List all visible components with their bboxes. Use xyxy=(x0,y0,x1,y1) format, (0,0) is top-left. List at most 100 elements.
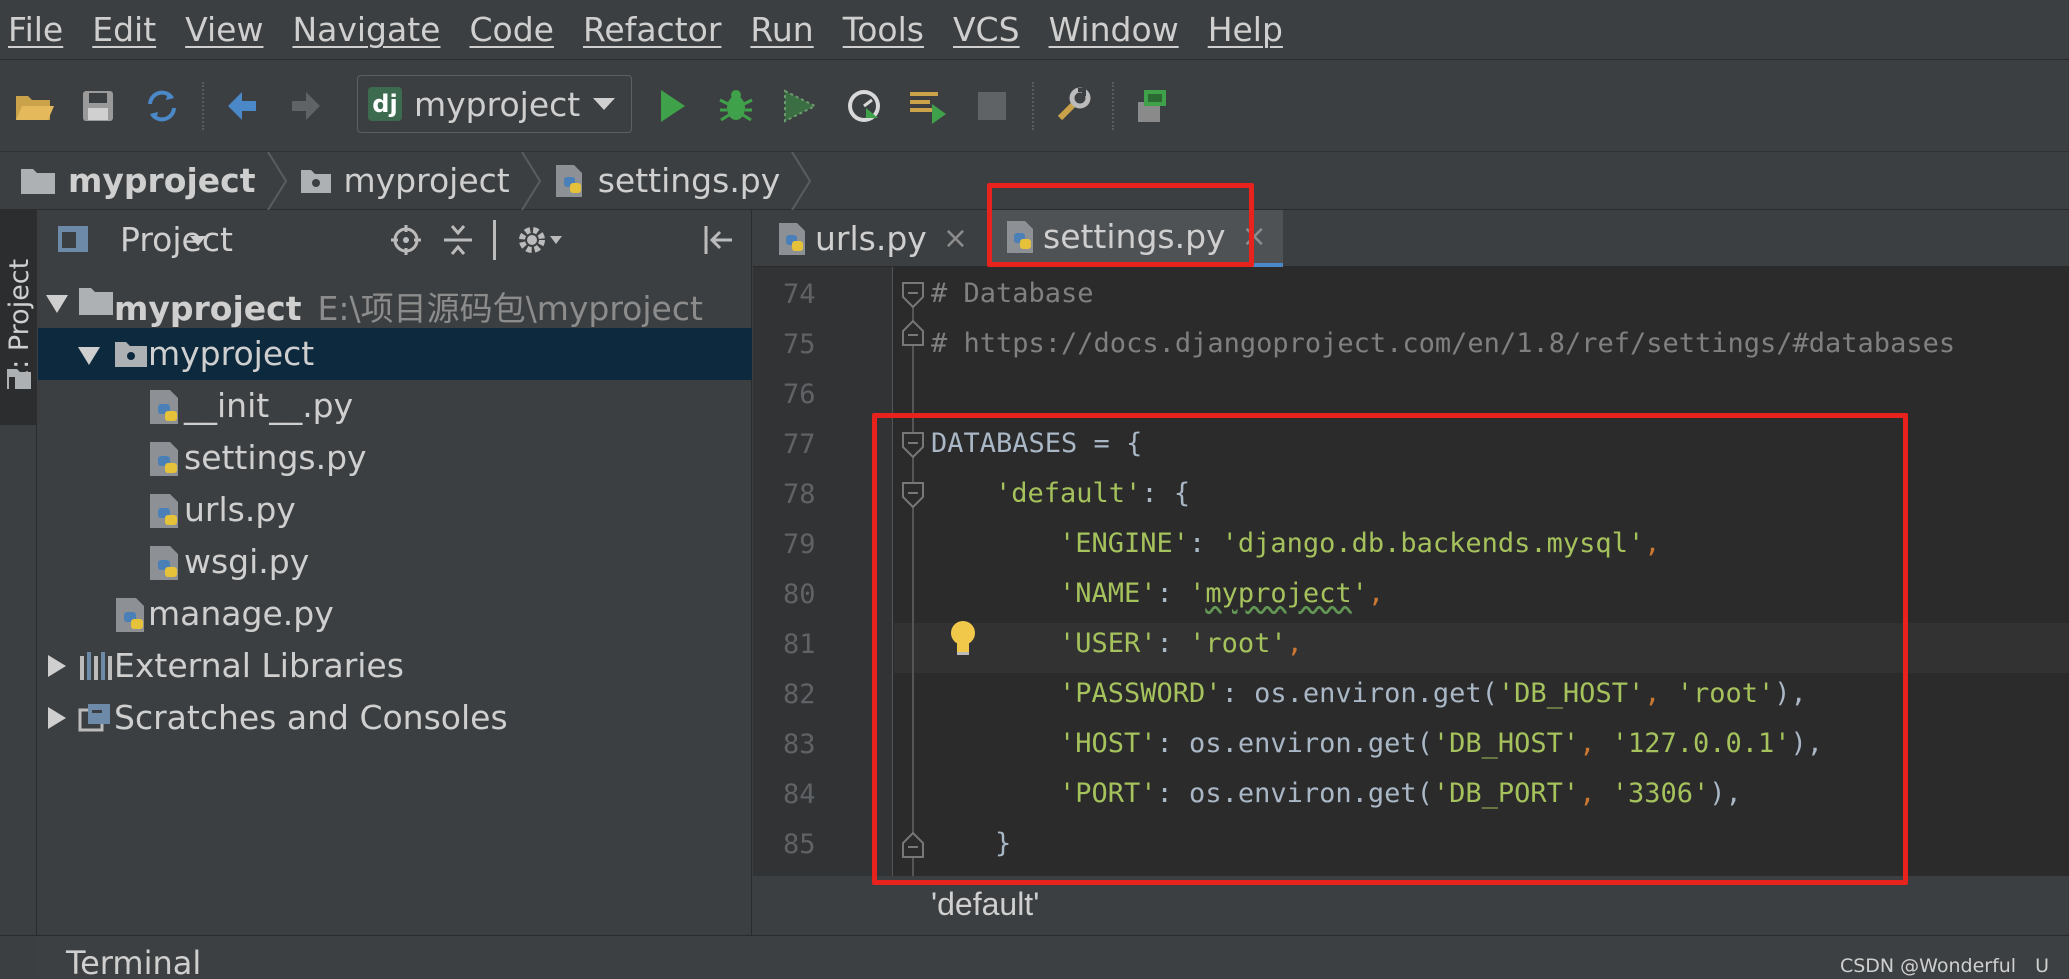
folder-icon xyxy=(79,288,113,315)
settings-wrench-icon[interactable] xyxy=(1048,82,1096,130)
coverage-icon[interactable] xyxy=(776,82,824,130)
debug-icon[interactable] xyxy=(712,82,760,130)
breadcrumb-item-root[interactable]: myproject xyxy=(20,152,256,210)
line-number: 81 xyxy=(783,629,816,660)
menu-edit[interactable]: Edit xyxy=(92,10,156,49)
project-view-selector[interactable]: Project xyxy=(120,220,233,259)
fold-marker-icon[interactable] xyxy=(901,319,925,347)
toolbar-separator xyxy=(1112,82,1114,130)
watermark: CSDN @Wonderful U xyxy=(1839,955,2049,977)
bottom-tool-bar: Terminal CSDN @Wonderful U xyxy=(0,935,2069,979)
run-icon[interactable] xyxy=(648,82,696,130)
line-number: 79 xyxy=(783,529,816,560)
chevron-down-icon[interactable] xyxy=(188,234,208,248)
locate-icon[interactable] xyxy=(390,224,422,256)
line-number: 80 xyxy=(783,579,816,610)
python-file-icon xyxy=(116,598,144,632)
tree-item-file[interactable]: settings.py xyxy=(38,432,752,484)
fold-marker-icon[interactable] xyxy=(901,281,925,309)
concurrency-icon[interactable] xyxy=(904,82,952,130)
menu-help[interactable]: Help xyxy=(1208,10,1283,49)
tree-item-file[interactable]: manage.py xyxy=(38,588,752,640)
breadcrumb-label: myproject xyxy=(343,161,510,200)
terminal-tab[interactable]: Terminal xyxy=(38,936,2069,979)
menu-vcs[interactable]: VCS xyxy=(953,10,1020,49)
package-folder-icon xyxy=(300,169,331,193)
breadcrumb-label: myproject xyxy=(68,161,256,200)
tab-urls-py[interactable]: urls.py × xyxy=(763,210,982,267)
breadcrumb-item-file[interactable]: settings.py xyxy=(554,152,781,210)
project-panel-header: Project xyxy=(38,210,752,270)
python-file-icon xyxy=(150,546,178,580)
chevron-down-icon xyxy=(593,98,615,110)
highlight-box-databases xyxy=(872,413,1908,885)
menu-bar: File Edit View Navigate Code Refactor Ru… xyxy=(0,0,2069,60)
menu-navigate[interactable]: Navigate xyxy=(292,10,440,49)
project-panel: Project myproject E:\项目源码包\myproject mypr… xyxy=(38,210,752,935)
profile-icon[interactable] xyxy=(840,82,888,130)
menu-file[interactable]: File xyxy=(8,10,63,49)
line-number: 77 xyxy=(783,429,816,460)
project-tool-window-label: 1: Project xyxy=(4,258,35,386)
expand-arrow-icon[interactable] xyxy=(46,295,68,313)
django-icon: dj xyxy=(368,87,402,121)
back-icon[interactable] xyxy=(218,82,266,130)
menu-run[interactable]: Run xyxy=(750,10,813,49)
menu-view[interactable]: View xyxy=(185,10,263,49)
expand-arrow-icon[interactable] xyxy=(48,655,66,677)
python-file-icon xyxy=(150,442,178,476)
hide-panel-icon[interactable] xyxy=(702,224,736,256)
breadcrumb-separator-icon xyxy=(266,151,287,210)
expand-arrow-icon[interactable] xyxy=(48,707,66,729)
toolbar-separator xyxy=(202,82,204,130)
close-icon[interactable]: × xyxy=(943,221,968,256)
code-line-75: # https://docs.djangoproject.com/en/1.8/… xyxy=(931,328,1956,359)
save-icon[interactable] xyxy=(74,82,122,130)
tree-item-label: wsgi.py xyxy=(184,542,310,581)
tree-item-file[interactable]: wsgi.py xyxy=(38,536,752,588)
tree-item-scratches[interactable]: Scratches and Consoles xyxy=(38,692,752,744)
structure-hint[interactable]: 'default' xyxy=(931,886,1039,923)
menu-window[interactable]: Window xyxy=(1049,10,1179,49)
tree-item-file[interactable]: __init__.py xyxy=(38,380,752,432)
breadcrumb-separator-icon xyxy=(520,151,541,210)
tree-item-label: Scratches and Consoles xyxy=(114,698,508,737)
tree-item-external-libraries[interactable]: External Libraries xyxy=(38,640,752,692)
stop-icon[interactable] xyxy=(968,82,1016,130)
scratches-icon xyxy=(78,704,110,732)
sdk-icon[interactable] xyxy=(1126,82,1174,130)
tree-item-file[interactable]: urls.py xyxy=(38,484,752,536)
menu-tools[interactable]: Tools xyxy=(843,10,924,49)
forward-icon[interactable] xyxy=(282,82,330,130)
library-icon xyxy=(80,652,112,680)
breadcrumb-label: settings.py xyxy=(597,161,781,200)
tab-label: urls.py xyxy=(815,219,927,258)
tree-item-label: settings.py xyxy=(184,438,367,477)
python-file-icon xyxy=(150,494,178,528)
highlight-box-settings-tab xyxy=(987,183,1254,267)
line-number: 82 xyxy=(783,679,816,710)
sync-icon[interactable] xyxy=(138,82,186,130)
menu-code[interactable]: Code xyxy=(469,10,553,49)
run-configuration-dropdown[interactable]: dj myproject xyxy=(357,75,632,133)
python-file-icon xyxy=(779,222,805,255)
project-folder-icon xyxy=(7,369,31,389)
gear-icon[interactable] xyxy=(516,222,564,258)
breadcrumb-item-package[interactable]: myproject xyxy=(300,152,510,210)
package-folder-icon xyxy=(115,342,147,367)
project-tool-window-tab[interactable]: 1: Project xyxy=(0,210,37,425)
python-file-icon xyxy=(555,164,582,197)
tree-item-label: __init__.py xyxy=(184,386,354,425)
expand-arrow-icon[interactable] xyxy=(78,347,100,365)
line-number: 74 xyxy=(783,279,816,310)
tree-item-label: urls.py xyxy=(184,490,296,529)
tree-item-project-root[interactable]: myproject E:\项目源码包\myproject xyxy=(38,276,752,328)
menu-refactor[interactable]: Refactor xyxy=(583,10,721,49)
code-line-74: # Database xyxy=(931,278,1094,309)
line-number: 85 xyxy=(783,829,816,860)
collapse-all-icon[interactable] xyxy=(442,224,474,256)
left-tool-window-strip: 1: Project xyxy=(0,210,37,979)
open-folder-icon[interactable] xyxy=(10,82,58,130)
main-toolbar: dj myproject xyxy=(0,60,2069,152)
tree-item-package[interactable]: myproject xyxy=(38,328,752,380)
